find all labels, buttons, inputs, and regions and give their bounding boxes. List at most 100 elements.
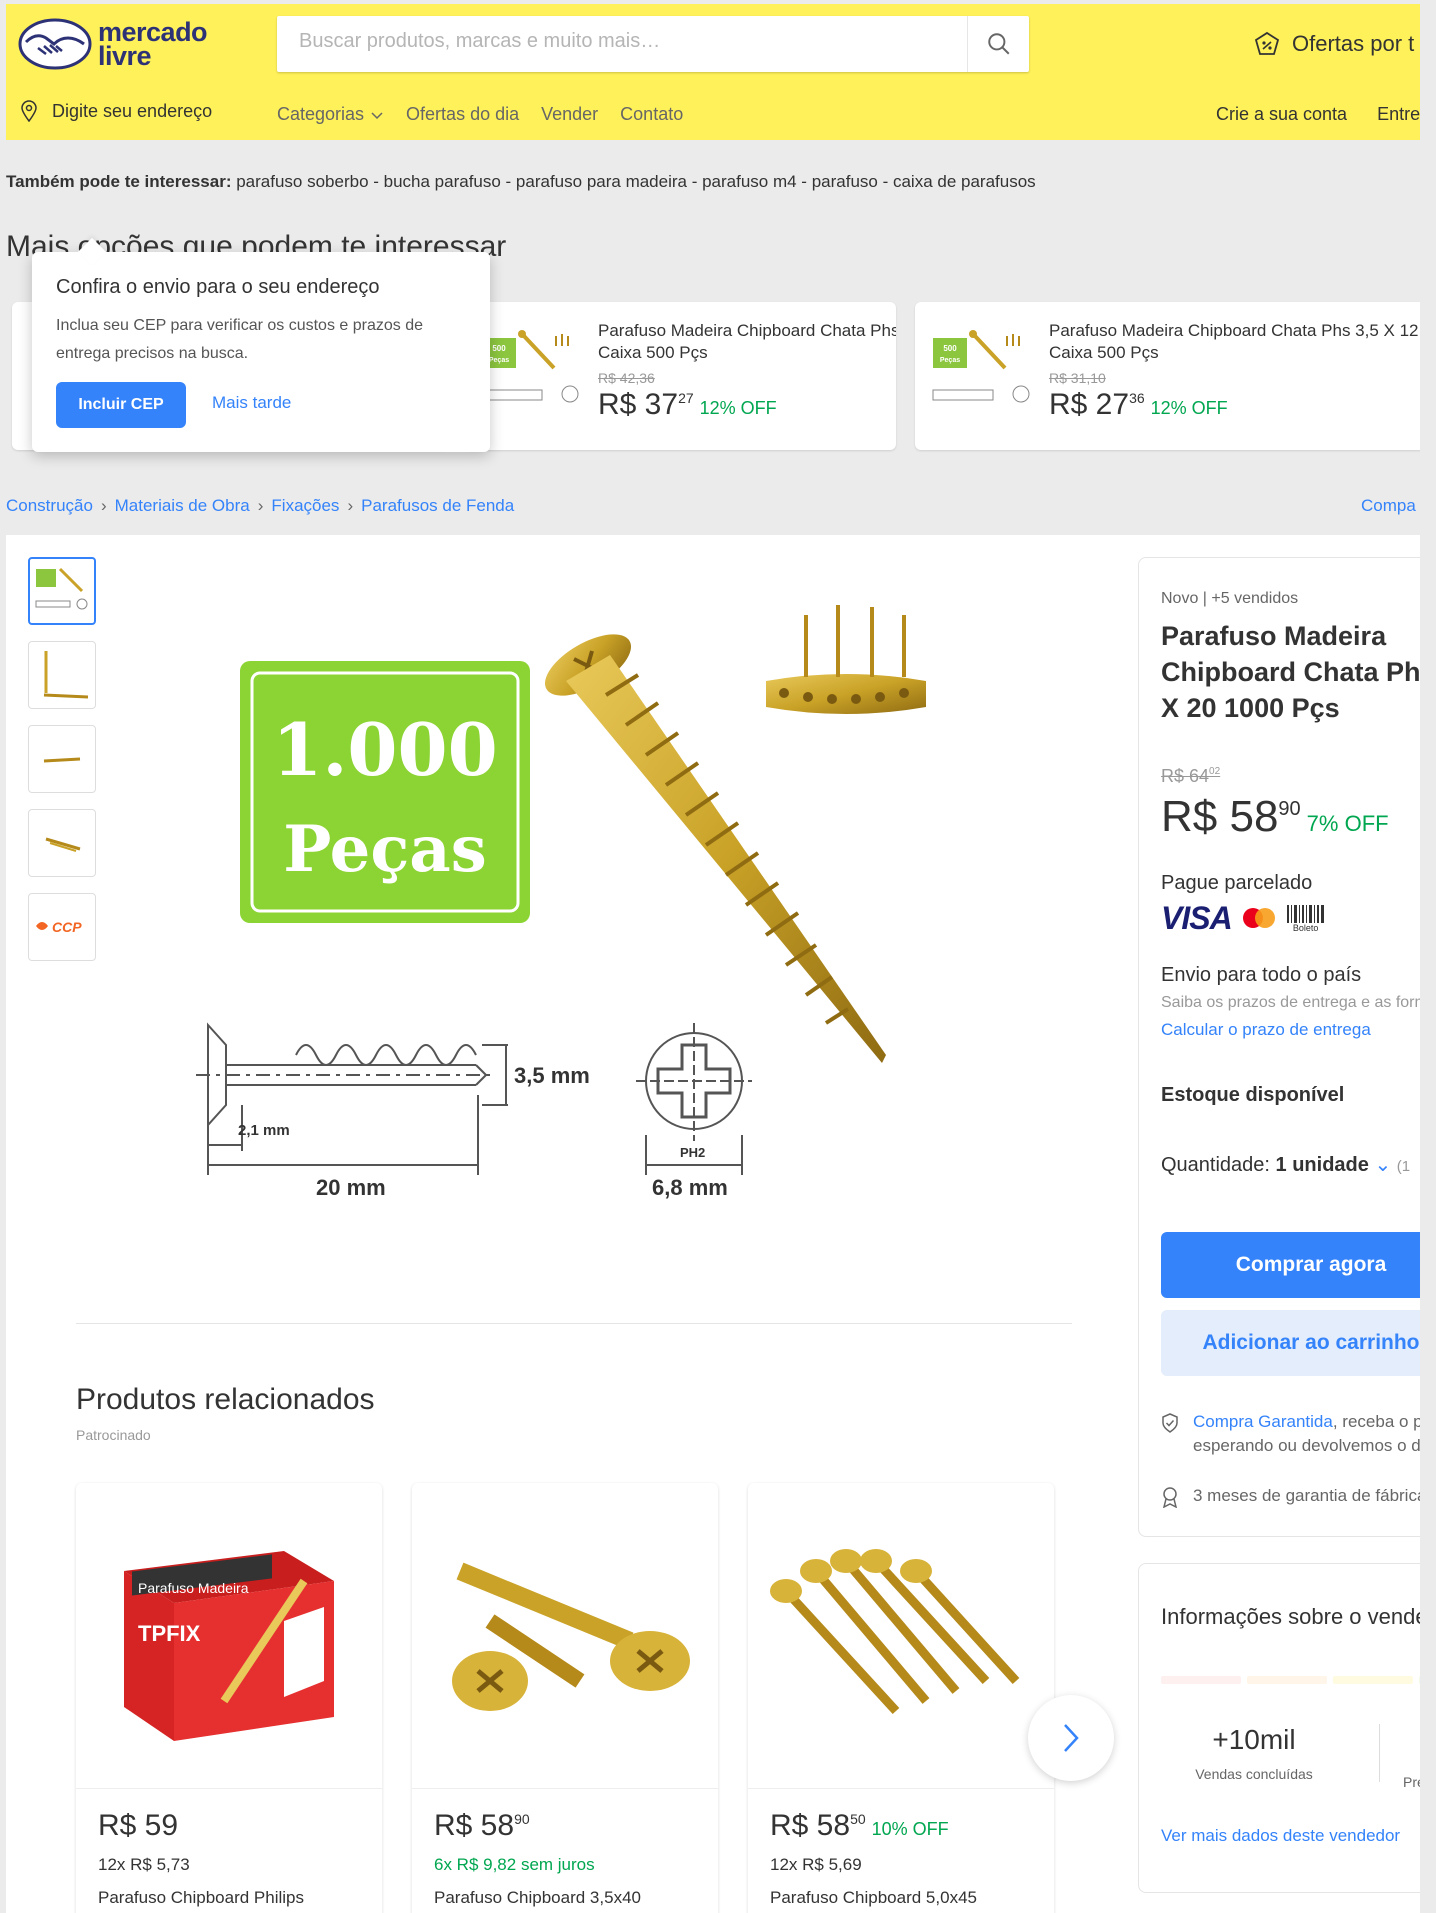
rec-card-old-price: R$ 42,36 [598, 370, 655, 386]
warranty-text: 3 meses de garantia de fábrica. [1193, 1486, 1420, 1505]
purchase-guarantee: Compra Garantida, receba o produto que e… [1161, 1410, 1420, 1458]
breadcrumb-item[interactable]: Construção [6, 496, 93, 515]
boleto-icon: Boleto [1286, 904, 1326, 933]
chevron-down-icon [371, 111, 383, 119]
breadcrumb-item[interactable]: Materiais de Obra [115, 496, 250, 515]
thumbnail-column: CCP [28, 557, 96, 977]
rec-card-price: R$ 3727 12% OFF [598, 388, 777, 422]
old-price-integer: R$ 64 [1161, 766, 1210, 786]
gallery-thumbnail[interactable] [28, 725, 96, 793]
nav-contato[interactable]: Contato [620, 104, 683, 125]
shipping-subtitle: Saiba os prazos de entrega e as formas d… [1161, 994, 1420, 1011]
related-product-card[interactable]: R$ 5850 10% OFF 12x R$ 5,69 Parafuso Chip… [748, 1483, 1054, 1913]
gallery-thumbnail[interactable] [28, 641, 96, 709]
carousel-next-button[interactable] [1028, 1695, 1114, 1781]
later-button[interactable]: Mais tarde [212, 393, 291, 413]
brand-name: mercado livre [98, 19, 208, 70]
discount-tag-icon [1254, 31, 1280, 55]
nav-categorias[interactable]: Categorias [277, 104, 384, 125]
related-product-card[interactable]: R$ 5890 6x R$ 9,82 sem juros Parafuso Ch… [412, 1483, 718, 1913]
calculate-shipping-link[interactable]: Calcular o prazo de entrega [1161, 1020, 1371, 1040]
search-bar [277, 16, 1029, 72]
sales-label: Vendas concluídas [1195, 1766, 1313, 1782]
related-searches-links[interactable]: parafuso soberbo - bucha parafuso - para… [231, 172, 1035, 191]
breadcrumb-item[interactable]: Fixações [271, 496, 339, 515]
sales-value: +10mil [1212, 1724, 1296, 1755]
related-searches: Também pode te interessar: parafuso sobe… [6, 172, 1036, 192]
reputation-segment [1419, 1676, 1420, 1684]
nav-ofertas[interactable]: Ofertas do dia [406, 104, 519, 125]
chevron-down-icon: ⌄ [1374, 1154, 1392, 1176]
svg-text:CCP: CCP [52, 919, 82, 935]
gallery-thumbnail[interactable] [28, 809, 96, 877]
price-integer: R$ 27 [1049, 388, 1130, 421]
rec-card-thumbnail: 500 Peças [481, 330, 579, 403]
chevron-right-icon [1064, 1724, 1079, 1752]
price-integer: R$ 59 [98, 1809, 179, 1842]
include-cep-button[interactable]: Incluir CEP [56, 382, 186, 428]
installments: 6x R$ 9,82 sem juros [434, 1855, 595, 1874]
discount-badge: 10% OFF [871, 1819, 949, 1839]
gallery-thumbnail[interactable]: CCP [28, 893, 96, 961]
login-link[interactable]: Entre [1377, 104, 1420, 125]
installments-label: Pague parcelado [1161, 872, 1313, 894]
payment-methods[interactable]: VISA Boleto [1161, 900, 1326, 937]
svg-text:500: 500 [943, 344, 957, 353]
related-product-card[interactable]: Parafuso Madeira TPFIX R$ 59 12x R$ 5,73… [76, 1483, 382, 1913]
gallery-thumbnail[interactable] [28, 557, 96, 625]
buy-now-button[interactable]: Comprar agora [1161, 1232, 1420, 1298]
related-title: Produtos relacionados [76, 1383, 375, 1416]
address-label: Digite seu endereço [52, 100, 213, 121]
award-ribbon-icon [1162, 1487, 1178, 1508]
reputation-segment [1161, 1676, 1241, 1684]
seller-info: Informações sobre o vendedor +10mil Vend… [1138, 1563, 1420, 1893]
logo[interactable]: mercado livre [18, 18, 208, 70]
popover-title: Confira o envio para o seu endereço [56, 276, 380, 298]
nav-label: Categorias [277, 104, 365, 124]
product-price: R$ 5850 10% OFF [770, 1809, 949, 1843]
thumbnail-image [45, 837, 81, 852]
add-to-cart-button[interactable]: Adicionar ao carrinho [1161, 1310, 1420, 1376]
breadcrumb: Construção › Materiais de Obra › Fixações › Pa… [6, 496, 514, 516]
seller-title: Informações sobre o vendedor [1161, 1604, 1420, 1629]
screw-box-image: Parafuso Madeira TPFIX [124, 1550, 334, 1741]
guarantee-text: , receba o produto que está [1332, 1412, 1420, 1431]
seller-reputation-bar [1161, 1676, 1420, 1684]
rec-card-old-price: R$ 31,10 [1049, 370, 1106, 386]
installments: 12x R$ 5,73 [98, 1855, 190, 1874]
technical-drawing [196, 1022, 752, 1175]
promo-link[interactable]: Ofertas por t [1252, 30, 1414, 58]
guarantee-link[interactable]: Compra Garantida [1193, 1412, 1333, 1431]
rec-card-price: R$ 2736 12% OFF [1049, 388, 1228, 422]
rec-card[interactable]: 500 Peças Parafuso Madeira Chipboard Chat… [464, 302, 896, 450]
sales-stat: +10mil Vendas concluídas [1179, 1724, 1329, 1782]
nav-vender[interactable]: Vender [541, 104, 598, 125]
account-links: Crie a sua conta Entre [1216, 104, 1420, 125]
current-price: R$ 58907% OFF [1161, 792, 1389, 842]
quantity-selector[interactable]: Quantidade: 1 unidade ⌄ (1 [1161, 1152, 1410, 1177]
rec-card[interactable]: 500 Peças Parafuso Madeira Chipboard Chat… [915, 302, 1420, 450]
signup-link[interactable]: Crie a sua conta [1216, 104, 1347, 125]
screw-pile-illustration [766, 605, 926, 714]
dim-drive-label: PH2 [680, 1145, 705, 1160]
search-input[interactable] [299, 30, 959, 53]
breadcrumb-item[interactable]: Parafusos de Fenda [361, 496, 514, 515]
address-selector[interactable]: Digite seu endereço [20, 100, 212, 122]
chevron-right-icon: › [100, 496, 107, 515]
popover-description: Inclua seu CEP para verificar os custos … [56, 317, 423, 362]
price-cents: 90 [1278, 798, 1301, 820]
quantity-label: Quantidade: [1161, 1154, 1276, 1176]
old-price-cents: 02 [1209, 766, 1221, 777]
box-label: Parafuso Madeira [138, 1580, 249, 1596]
seller-more-link[interactable]: Ver mais dados deste vendedor [1161, 1826, 1400, 1846]
share-link[interactable]: Compa [1361, 496, 1416, 516]
price-integer: R$ 37 [598, 388, 679, 421]
shield-check-icon [1162, 1413, 1178, 1433]
product-price: R$ 5890 [434, 1809, 530, 1843]
shipping-popover: Confira o envio para o seu endereço Incl… [32, 237, 490, 452]
search-button[interactable] [967, 16, 1029, 72]
thumbnail-image [43, 757, 81, 763]
dim-head-label: 2,1 mm [238, 1122, 290, 1139]
page: mercado livre Ofertas por t Digite seu e… [6, 4, 1420, 1913]
visa-icon: VISA [1161, 900, 1233, 936]
